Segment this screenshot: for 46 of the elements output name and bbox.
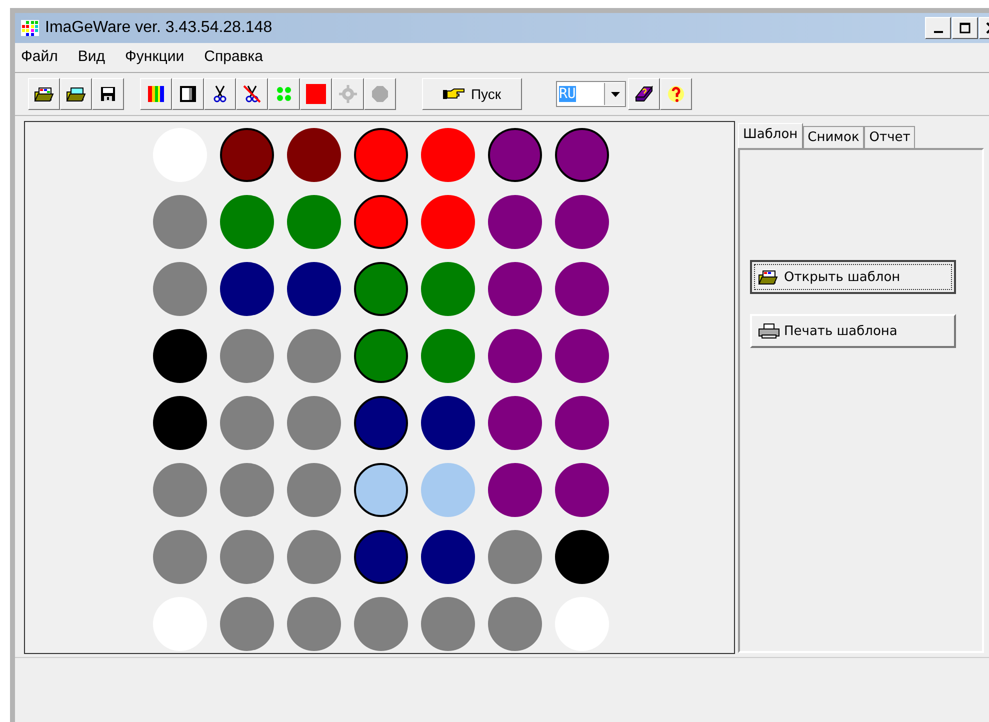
tab[interactable]: Шаблон: [738, 123, 803, 148]
panel-button[interactable]: Открыть шаблон: [750, 260, 956, 294]
tab[interactable]: Отчет: [864, 126, 916, 148]
open-button[interactable]: [28, 78, 60, 110]
window-title: ImaGeWare ver. 3.43.54.28.148: [45, 19, 272, 37]
points-button[interactable]: [268, 78, 300, 110]
settings-button[interactable]: [332, 78, 364, 110]
start-button[interactable]: Пуск: [422, 78, 522, 110]
app-icon: [21, 20, 39, 36]
stop-icon: [371, 85, 389, 103]
tab[interactable]: Снимок: [802, 126, 864, 148]
printer-icon: [758, 323, 780, 339]
square-icon: [306, 84, 326, 104]
maximize-button[interactable]: [952, 17, 978, 39]
help-book-button[interactable]: [628, 78, 660, 110]
dropdown-arrow-icon: [610, 92, 620, 96]
menu-item[interactable]: Функции: [125, 48, 184, 72]
minimize-icon: [934, 31, 942, 33]
save-button[interactable]: [92, 78, 124, 110]
dots-icon: [275, 85, 293, 103]
color-bars-icon: [147, 85, 165, 103]
question-icon: [667, 85, 685, 103]
maximize-icon: [959, 22, 971, 34]
crossed-scissors-icon: [243, 85, 261, 103]
menu-item[interactable]: Файл: [21, 48, 58, 72]
folder-icon: [34, 86, 54, 102]
folder-icon: [758, 269, 780, 285]
folder-icon: [66, 86, 86, 102]
contrast-icon: [179, 85, 197, 103]
book-icon: [634, 85, 654, 103]
cut-button[interactable]: [204, 78, 236, 110]
menu-item[interactable]: Справка: [204, 48, 263, 72]
fill-button[interactable]: [300, 78, 332, 110]
scissors-icon: [212, 85, 228, 103]
contrast-button[interactable]: [172, 78, 204, 110]
minimize-button[interactable]: [925, 17, 951, 39]
help-button[interactable]: [660, 78, 692, 110]
clear-cut-button[interactable]: [236, 78, 268, 110]
menu-item[interactable]: Вид: [78, 48, 106, 72]
open-image-button[interactable]: [60, 78, 92, 110]
settings-icon: [339, 85, 357, 103]
panel-button[interactable]: Печать шаблона: [750, 314, 956, 348]
pointing-hand-icon: [442, 87, 465, 101]
stop-button[interactable]: [364, 78, 396, 110]
language-value: RU: [559, 86, 576, 102]
spectrum-button[interactable]: [140, 78, 172, 110]
